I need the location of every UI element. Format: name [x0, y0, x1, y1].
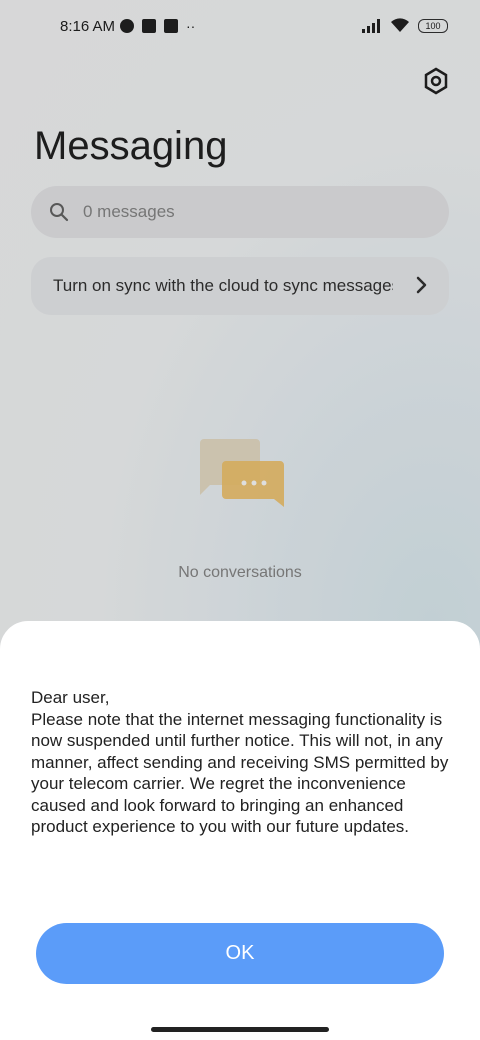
home-indicator[interactable] [151, 1027, 329, 1032]
notice-dialog: Dear user, Please note that the internet… [0, 621, 480, 1040]
notice-message: Dear user, Please note that the internet… [31, 688, 449, 836]
ok-button[interactable]: OK [36, 923, 444, 984]
